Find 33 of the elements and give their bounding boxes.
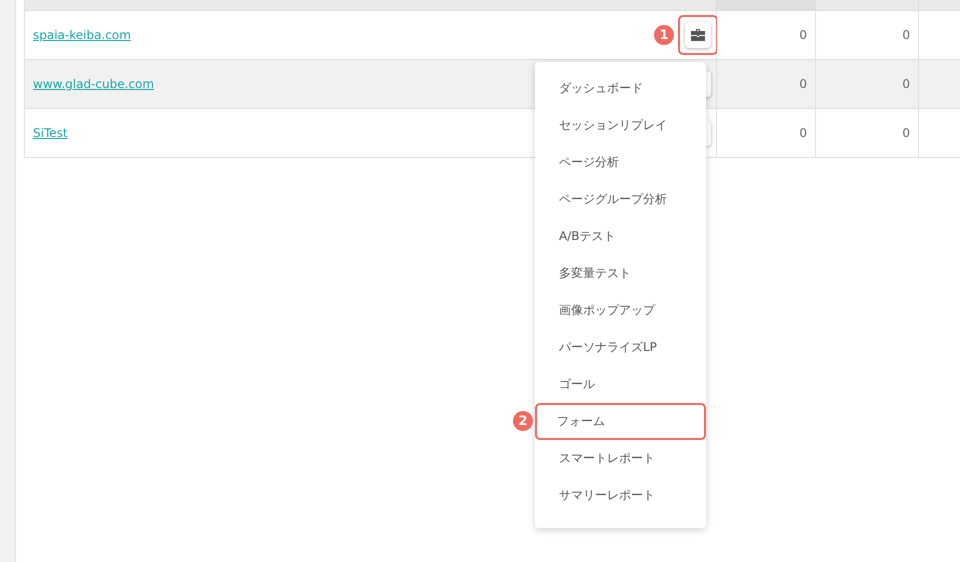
menu-item-label: ページ分析 <box>559 154 619 171</box>
menu-item[interactable]: 多変量テスト <box>537 255 704 292</box>
menu-item[interactable]: ダッシュボード <box>537 70 704 107</box>
count-value: 0 <box>902 28 910 42</box>
callout-badge: 2 <box>513 411 533 431</box>
menu-item[interactable]: サマリーレポート <box>537 477 704 514</box>
menu-item[interactable]: セッションリプレイ <box>537 107 704 144</box>
briefcase-icon <box>691 29 705 41</box>
menu-item-label: フォーム <box>557 413 605 430</box>
menu-item[interactable]: 画像ポップアップ <box>537 292 704 329</box>
menu-item-label: 画像ポップアップ <box>559 302 655 319</box>
menu-item-label: セッションリプレイ <box>559 117 667 134</box>
count-value: 0 <box>902 77 910 91</box>
menu-item[interactable]: A/Bテスト <box>537 218 704 255</box>
count-value: 0 <box>799 77 807 91</box>
menu-item-label: ゴール <box>559 376 595 393</box>
count-value: 0 <box>799 28 807 42</box>
callout-badge: 1 <box>654 25 674 45</box>
toolbox-button[interactable] <box>685 22 711 48</box>
menu-item-label: ダッシュボード <box>559 80 643 97</box>
menu-item[interactable]: ページ分析 <box>537 144 704 181</box>
menu-item[interactable]: パーソナライズLP <box>537 329 704 366</box>
menu-item-label: サマリーレポート <box>559 487 655 504</box>
menu-item-label: ページグループ分析 <box>559 191 667 208</box>
menu-item-label: A/Bテスト <box>559 228 616 245</box>
menu-item[interactable]: ページグループ分析 <box>537 181 704 218</box>
menu-item[interactable]: スマートレポート <box>537 440 704 477</box>
count-value: 0 <box>799 126 807 140</box>
count-value: 0 <box>902 126 910 140</box>
menu-item-label: 多変量テスト <box>559 265 631 282</box>
menu-item-label: スマートレポート <box>559 450 655 467</box>
menu-item[interactable]: ゴール <box>537 366 704 403</box>
menu-item-label: パーソナライズLP <box>559 339 657 356</box>
